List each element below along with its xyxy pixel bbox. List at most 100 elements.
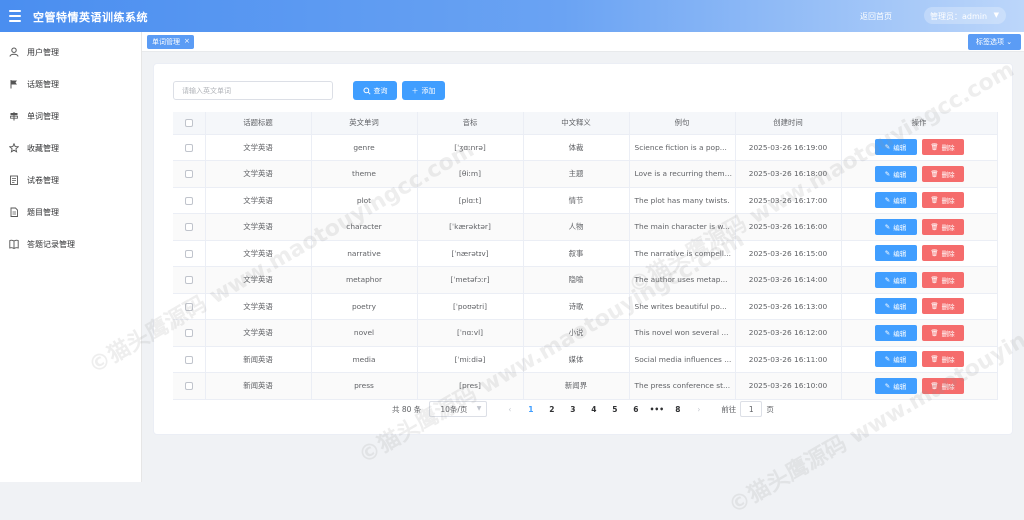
delete-button[interactable]: 🗑 删除 <box>921 298 964 315</box>
delete-button[interactable]: 🗑 删除 <box>921 192 964 209</box>
delete-button[interactable]: 🗑 删除 <box>921 324 964 341</box>
delete-button-label: 删除 <box>941 382 955 391</box>
delete-button[interactable]: 🗑 删除 <box>921 351 964 368</box>
row-checkbox[interactable] <box>184 382 193 391</box>
trash-icon: 🗑 <box>930 381 939 390</box>
chevron-down-icon: ▼ <box>993 11 999 19</box>
cell-example: Love is a recurring theme... <box>629 160 736 188</box>
delete-button[interactable]: 🗑 删除 <box>921 218 964 235</box>
trash-icon: 🗑 <box>930 249 939 258</box>
row-select-cell <box>173 160 206 188</box>
tag-options-button[interactable]: 标签选项 ⌄ <box>968 34 1021 50</box>
row-checkbox[interactable] <box>184 329 193 338</box>
trash-icon: 🗑 <box>930 302 939 311</box>
cell-meaning: 主题 <box>523 160 630 188</box>
select-all-checkbox[interactable] <box>184 119 193 128</box>
edit-button-label: 编辑 <box>893 356 907 365</box>
column-header: 操作 <box>841 112 998 135</box>
row-checkbox[interactable] <box>184 223 193 232</box>
edit-button-label: 编辑 <box>893 276 907 285</box>
tab-word-management[interactable]: 单词管理 × <box>147 35 194 49</box>
prev-page-button[interactable]: ‹ <box>499 405 520 414</box>
page-number[interactable]: 5 <box>604 405 625 414</box>
edit-icon: ✎ <box>884 222 891 231</box>
cell-topic: 新闻英语 <box>205 346 312 373</box>
row-checkbox[interactable] <box>184 143 193 152</box>
goto-page-input[interactable]: 1 <box>740 401 763 417</box>
edit-icon: ✎ <box>884 196 891 205</box>
chevron-down-icon: ▼ <box>476 405 482 412</box>
delete-button[interactable]: 🗑 删除 <box>921 139 964 156</box>
trash-icon: 🗑 <box>930 328 939 337</box>
sidebar-item-papers[interactable]: 试卷管理 <box>0 164 142 196</box>
table-row: 文学英语 narrative [ˈnærətɪv] 叙事 The narrative i… <box>173 240 998 267</box>
page-number[interactable]: 3 <box>562 405 583 414</box>
page-number[interactable]: 8 <box>667 405 688 414</box>
chevron-down-icon: ⌄ <box>1006 38 1013 46</box>
edit-button[interactable]: ✎ 编辑 <box>874 218 917 235</box>
row-checkbox[interactable] <box>184 249 193 258</box>
page-number[interactable]: 4 <box>583 405 604 414</box>
add-button-label: 添加 <box>421 86 436 95</box>
sidebar-item-label: 答题记录管理 <box>27 239 75 249</box>
edit-button[interactable]: ✎ 编辑 <box>874 351 917 368</box>
search-button[interactable]: 查询 <box>353 81 397 100</box>
menu-toggle-icon[interactable] <box>9 10 21 22</box>
row-checkbox[interactable] <box>184 170 193 179</box>
cell-phonetic: [plɑːt] <box>417 187 524 214</box>
edit-button-label: 编辑 <box>893 250 907 259</box>
sidebar-item-topics[interactable]: 话题管理 <box>0 68 142 100</box>
admin-dropdown[interactable]: 管理员：admin ▼ <box>924 7 1006 24</box>
table-row: 文学英语 character [ˈkærəktər] 人物 The main chara… <box>173 213 998 241</box>
sidebar-item-records[interactable]: 答题记录管理 <box>0 228 142 260</box>
cell-actions: ✎ 编辑 🗑 删除 <box>841 372 998 400</box>
delete-button[interactable]: 🗑 删除 <box>921 271 964 288</box>
cell-example: Science fiction is a pop... <box>629 134 736 161</box>
page-number[interactable]: 2 <box>541 405 562 414</box>
delete-button[interactable]: 🗑 删除 <box>921 377 964 394</box>
cell-meaning: 叙事 <box>523 240 630 267</box>
cell-phonetic: [ˈmiːdiə] <box>417 346 524 373</box>
edit-button[interactable]: ✎ 编辑 <box>874 377 917 394</box>
delete-button-label: 删除 <box>941 197 955 206</box>
edit-button[interactable]: ✎ 编辑 <box>874 165 917 182</box>
sidebar-item-questions[interactable]: 题目管理 <box>0 196 142 228</box>
row-checkbox[interactable] <box>184 276 193 285</box>
page-size-select[interactable]: 10条/页 ▼ <box>429 401 488 417</box>
sidebar-item-words[interactable]: 单词管理 <box>0 100 142 132</box>
edit-button[interactable]: ✎ 编辑 <box>874 192 917 209</box>
edit-button[interactable]: ✎ 编辑 <box>874 271 917 288</box>
more-pages-button[interactable]: ••• <box>646 405 667 414</box>
edit-button[interactable]: ✎ 编辑 <box>874 324 917 341</box>
back-home-link[interactable]: 返回首页 <box>860 11 892 22</box>
row-checkbox[interactable] <box>184 302 193 311</box>
row-checkbox[interactable] <box>184 355 193 364</box>
row-checkbox[interactable] <box>184 196 193 205</box>
tab-label: 单词管理 <box>152 38 180 46</box>
page-number[interactable]: 1 <box>520 405 541 414</box>
cell-phonetic: [ˈnɑːvl] <box>417 319 524 347</box>
page-number-list: 1 2 3 4 5 6 ••• 8 <box>520 405 688 414</box>
cell-word: character <box>311 213 418 241</box>
row-select-cell <box>173 266 206 294</box>
next-page-button[interactable]: › <box>688 405 709 414</box>
document-icon <box>9 207 19 217</box>
cell-created: 2025-03-26 16:16:00 <box>735 213 842 241</box>
sidebar-item-favorites[interactable]: 收藏管理 <box>0 132 142 164</box>
edit-button[interactable]: ✎ 编辑 <box>874 298 917 315</box>
add-button[interactable]: ＋ 添加 <box>402 81 445 100</box>
sidebar-item-users[interactable]: 用户管理 <box>0 36 142 68</box>
edit-button[interactable]: ✎ 编辑 <box>874 245 917 262</box>
close-icon[interactable]: × <box>184 37 190 49</box>
cell-actions: ✎ 编辑 🗑 删除 <box>841 187 998 214</box>
cell-meaning: 体裁 <box>523 134 630 161</box>
delete-button[interactable]: 🗑 删除 <box>921 165 964 182</box>
edit-icon: ✎ <box>884 328 891 337</box>
trash-icon: 🗑 <box>930 355 939 364</box>
app-title: 空管特情英语训练系统 <box>33 11 148 24</box>
page-number[interactable]: 6 <box>625 405 646 414</box>
delete-button[interactable]: 🗑 删除 <box>921 245 964 262</box>
trash-icon: 🗑 <box>930 196 939 205</box>
search-input[interactable] <box>173 81 333 100</box>
edit-button[interactable]: ✎ 编辑 <box>874 139 917 156</box>
